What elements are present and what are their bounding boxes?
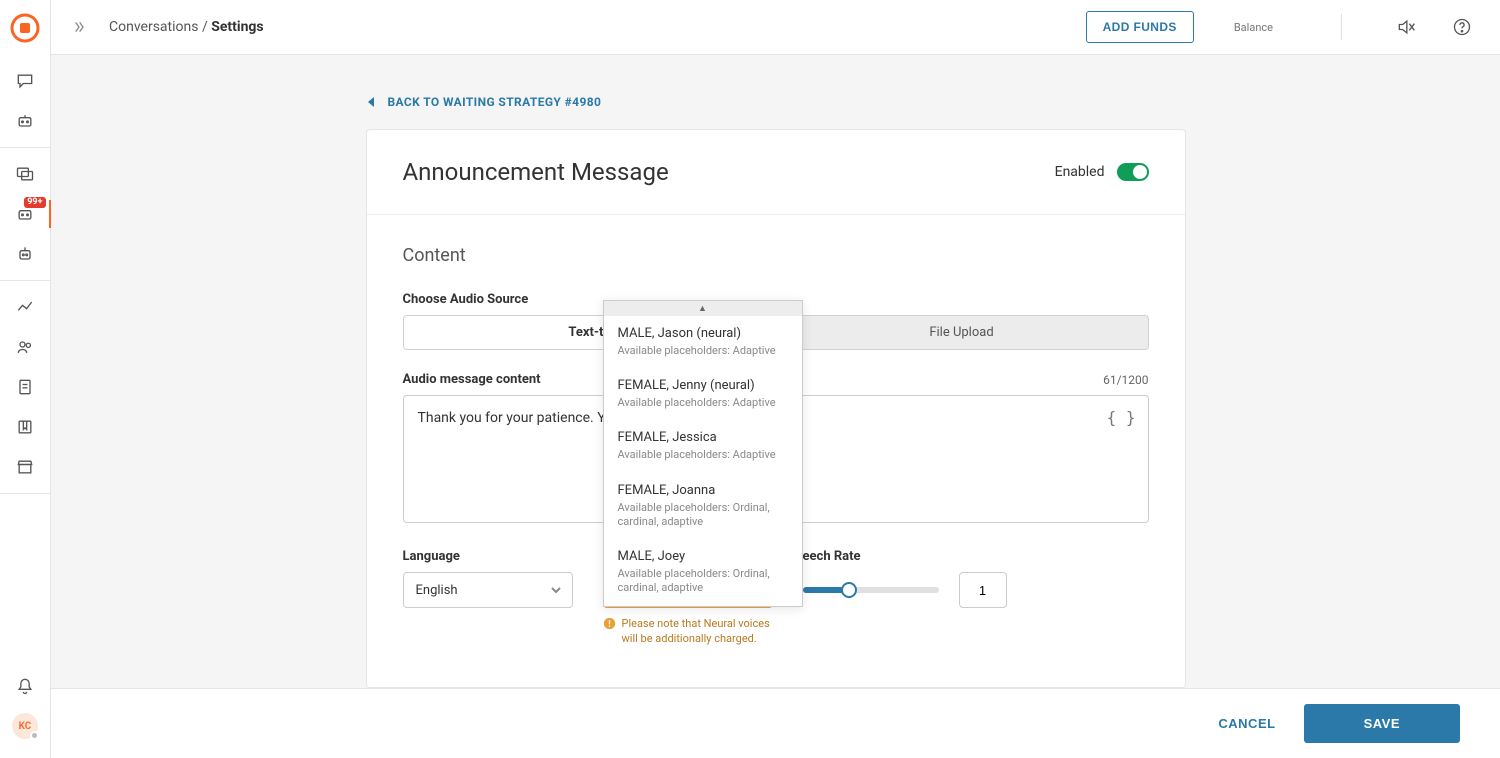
sidebar-badge: 99+ [24, 197, 45, 208]
language-select[interactable]: English [403, 572, 573, 608]
warning-icon [603, 617, 616, 630]
brand-logo [0, 0, 51, 55]
char-counter: 61/1200 [1103, 373, 1148, 387]
voice-option[interactable]: FEMALE, Jessica Available placeholders: … [604, 420, 802, 472]
save-button[interactable]: SAVE [1304, 704, 1460, 743]
cancel-button[interactable]: CANCEL [1218, 716, 1275, 731]
seg-option-file-upload[interactable]: File Upload [776, 316, 1148, 349]
breadcrumb: Conversations / Settings [109, 19, 264, 35]
slider-thumb[interactable] [841, 582, 857, 598]
mute-icon[interactable] [1392, 13, 1420, 41]
breadcrumb-current: Settings [211, 19, 263, 35]
announcement-card: Announcement Message Enabled Content Cho… [366, 129, 1186, 688]
expand-sidebar-button[interactable] [67, 15, 91, 39]
enabled-toggle[interactable] [1117, 163, 1149, 181]
breadcrumb-parent[interactable]: Conversations [109, 19, 198, 35]
content-section-title: Content [403, 245, 1149, 266]
enabled-label: Enabled [1055, 164, 1105, 180]
topbar: Conversations / Settings ADD FUNDS Balan… [51, 0, 1500, 55]
sidebar-item-messages[interactable] [0, 154, 51, 194]
voice-option[interactable]: FEMALE, Joanna Available placeholders: O… [604, 473, 802, 540]
sidebar-item-calls[interactable]: 99+ [0, 194, 51, 234]
sidebar-item-bookmarks[interactable] [0, 407, 51, 447]
insert-placeholder-icon[interactable]: { } [1107, 408, 1136, 427]
balance-label: Balance [1234, 21, 1273, 34]
language-label: Language [403, 549, 573, 564]
footer: CANCEL SAVE [51, 688, 1500, 758]
sidebar-item-conversations[interactable] [0, 61, 51, 101]
speech-rate-slider[interactable] [803, 587, 939, 593]
status-dot [30, 731, 39, 740]
add-funds-button[interactable]: ADD FUNDS [1086, 11, 1194, 43]
voice-warning: Please note that Neural voices will be a… [603, 616, 773, 647]
sidebar-item-notifications[interactable] [0, 666, 51, 706]
voice-option[interactable]: FEMALE, Jenny (neural) Available placeho… [604, 368, 802, 420]
page-title: Announcement Message [403, 158, 669, 186]
sidebar-item-docs[interactable] [0, 367, 51, 407]
sidebar-item-people[interactable] [0, 327, 51, 367]
sidebar: 99+ KC [0, 0, 51, 758]
voice-option[interactable]: MALE, Jason (neural) Available placehold… [604, 316, 802, 368]
sidebar-item-automation[interactable] [0, 234, 51, 274]
sidebar-item-analytics[interactable] [0, 287, 51, 327]
speech-rate-label: eech Rate [803, 549, 1149, 564]
dropdown-scroll-up[interactable]: ▲ [604, 301, 802, 316]
message-content-label: Audio message content [403, 372, 541, 387]
back-arrow-icon [366, 96, 378, 108]
chevron-down-icon [550, 584, 562, 596]
voice-dropdown[interactable]: ▲ MALE, Jason (neural) Available placeho… [603, 300, 803, 607]
sidebar-item-bot[interactable] [0, 101, 51, 141]
voice-option[interactable]: MALE, Joey Available placeholders: Ordin… [604, 539, 802, 606]
sidebar-avatar[interactable]: KC [0, 706, 51, 746]
back-link[interactable]: BACK TO WAITING STRATEGY #4980 [366, 95, 1186, 109]
speech-rate-input[interactable] [959, 572, 1007, 608]
help-icon[interactable] [1448, 13, 1476, 41]
sidebar-item-store[interactable] [0, 447, 51, 487]
